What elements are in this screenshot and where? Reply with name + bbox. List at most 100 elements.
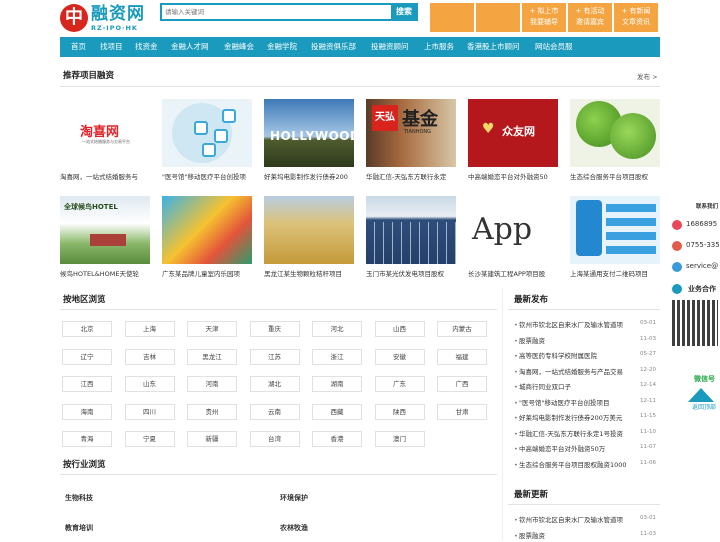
region-item[interactable]: 内蒙古 [437, 321, 487, 337]
nav-item-home[interactable]: 首页 [71, 37, 86, 57]
news-item[interactable]: • 高等医药专科学校附属医院 05-27 [514, 350, 656, 362]
industry-item[interactable]: 教育培训 [65, 523, 93, 533]
region-item[interactable]: 天津 [187, 321, 237, 337]
region-item[interactable]: 黑龙江 [187, 348, 237, 365]
header-button-2[interactable] [476, 3, 520, 32]
project-card[interactable]: 生态综合服务平台项目股权 [570, 99, 660, 181]
project-card[interactable]: 天弘 基金 TIANHONG 华融汇信-天弘东方联行永定 [366, 99, 456, 181]
region-item[interactable]: 福建 [437, 348, 487, 365]
region-item[interactable]: 云南 [249, 403, 300, 420]
project-card[interactable]: HOLLYWOOD 好莱坞电影制作发行债券200 [264, 99, 354, 181]
industry-item[interactable]: 农林牧渔 [280, 523, 308, 533]
region-item[interactable]: 河南 [187, 376, 237, 392]
region-item[interactable]: 辽宁 [62, 348, 112, 365]
region-item[interactable]: 安徽 [374, 348, 425, 365]
news-item[interactable]: • "医号馆"移动医疗平台创投项目 12-11 [514, 397, 656, 409]
contact-tel[interactable]: 0755-335 [686, 241, 720, 249]
region-item[interactable]: 贵州 [187, 403, 237, 420]
region-item[interactable]: 江西 [62, 376, 112, 392]
nav-item-summit[interactable]: 金融峰会 [224, 37, 254, 57]
bullet-icon: • [514, 516, 518, 524]
project-card[interactable]: ♥ 众友网 中高端婚恋平台对外融资50 [468, 99, 558, 181]
news-item[interactable]: • 钦州市钦北区自来水厂及输水管道项 03-01 [514, 319, 656, 331]
nav-item-hk-ipo[interactable]: 香港股上市顾问 [467, 37, 520, 57]
region-item[interactable]: 北京 [62, 321, 112, 337]
region-item[interactable]: 陕西 [374, 403, 425, 420]
contact-email[interactable]: service@ [686, 262, 718, 270]
news-item[interactable]: • 淘喜网，一站式结婚服务与产品交易 12-20 [514, 366, 656, 378]
region-item[interactable]: 澳门 [374, 431, 425, 447]
news-date: 11-10 [640, 428, 656, 435]
project-card[interactable]: 淘喜网 一站式结婚服务与交易平台 淘喜网，一站式结婚服务与 [60, 99, 150, 181]
region-item[interactable]: 台湾 [249, 431, 300, 447]
project-card[interactable]: App 长沙某建筑工程APP项目股 [468, 196, 558, 278]
bullet-icon: • [514, 383, 518, 391]
latest-title: 最新发布 [514, 295, 549, 305]
region-item[interactable]: 吉林 [124, 348, 175, 365]
project-card[interactable]: "医号馆"移动医疗平台创投项 [162, 99, 252, 181]
search-input[interactable] [162, 5, 394, 19]
news-item[interactable]: • 好莱坞电影制作发行债券200万美元 11-15 [514, 412, 656, 424]
region-item[interactable]: 青海 [62, 431, 112, 447]
news-item[interactable]: • 华融汇信-天弘东方联行永定1号投资 11-10 [514, 428, 656, 440]
nav-item-membership[interactable]: 网站会员服 [535, 37, 573, 57]
project-thumbnail [570, 99, 660, 167]
region-item[interactable]: 山东 [124, 376, 175, 392]
back-to-top-icon[interactable] [688, 388, 714, 402]
industry-item[interactable]: 生物科技 [65, 493, 93, 503]
region-item[interactable]: 香港 [312, 431, 362, 447]
project-card[interactable]: 广东某品牌儿童室内乐园项 [162, 196, 252, 278]
publish-link[interactable]: 发布 > [637, 71, 658, 81]
region-item[interactable]: 广西 [437, 376, 487, 392]
invite-guest-button[interactable]: + 有活动 邀请嘉宾 [568, 3, 612, 32]
project-card[interactable]: 上海某通用支付二维码项目 [570, 196, 660, 278]
news-button[interactable]: + 有新闻 文章资讯 [614, 3, 658, 32]
region-item[interactable]: 西藏 [312, 403, 362, 420]
region-item[interactable]: 江苏 [249, 348, 300, 365]
region-item[interactable]: 新疆 [187, 431, 237, 447]
contact-float-panel: 联系我们 1686895 0755-335 service@ 业务合作 微信号 … [670, 198, 720, 416]
nav-item-talent[interactable]: 金融人才网 [171, 37, 209, 57]
contact-phone[interactable]: 1686895 [686, 220, 717, 228]
site-logo[interactable]: 中 融资网 RZ-IPO·HK [60, 4, 150, 34]
region-item[interactable]: 海南 [62, 403, 112, 420]
nav-item-academy[interactable]: 金融学院 [267, 37, 297, 57]
region-item[interactable]: 山西 [374, 321, 425, 337]
bullet-icon: • [514, 352, 518, 360]
region-item[interactable]: 宁夏 [124, 431, 175, 447]
nav-item-ipo[interactable]: 上市服务 [424, 37, 454, 57]
region-item[interactable]: 浙江 [312, 348, 362, 365]
project-card[interactable]: 玉门市某光伏发电项目股权 [366, 196, 456, 278]
region-item[interactable]: 重庆 [249, 321, 300, 337]
news-item[interactable]: • 城商行同业双口子 12-14 [514, 381, 656, 393]
region-item[interactable]: 湖南 [312, 376, 362, 392]
search-button[interactable]: 搜索 [391, 3, 417, 21]
news-item[interactable]: • 生态综合服务平台项目股权融资1000 11-06 [514, 459, 656, 471]
thumb-logo-text: 基金 [402, 109, 438, 130]
news-item[interactable]: • 中高端婚恋平台对外融资50万 11-07 [514, 443, 656, 455]
contact-title: 联系我们 [696, 204, 719, 210]
nav-item-club[interactable]: 投融资俱乐部 [311, 37, 356, 57]
btn-line: + 拟上市 [529, 7, 559, 15]
ipo-coaching-button[interactable]: + 拟上市 我要辅导 [522, 3, 566, 32]
region-item[interactable]: 甘肃 [437, 403, 487, 420]
region-item[interactable]: 四川 [124, 403, 175, 420]
region-item[interactable]: 上海 [124, 321, 175, 337]
news-item[interactable]: • 股票融资 11-03 [514, 335, 656, 347]
nav-item-projects[interactable]: 找项目 [100, 37, 123, 57]
region-item[interactable]: 河北 [312, 321, 362, 337]
region-item[interactable]: 广东 [374, 376, 425, 392]
industry-item[interactable]: 环境保护 [280, 493, 308, 503]
thumb-logo-text: App [472, 212, 533, 247]
project-name: 中高端婚恋平台对外融资50 [468, 173, 548, 181]
back-to-top-link[interactable]: 返回顶部 [692, 402, 716, 411]
bullet-icon: • [514, 460, 518, 469]
news-item[interactable]: • 钦州市钦北区自来水厂及输水管道项 03-01 [514, 514, 656, 526]
nav-item-advisor[interactable]: 投融资顾问 [371, 37, 409, 57]
bullet-icon: • [514, 367, 518, 376]
project-card[interactable]: 全球候鸟HOTEL 候鸟HOTEL&HOME天使轮 [60, 196, 150, 278]
header-button-1[interactable] [430, 3, 474, 32]
nav-item-funds[interactable]: 找资金 [135, 37, 158, 57]
project-card[interactable]: 黑龙江某生物颗粒秸秆项目 [264, 196, 354, 278]
region-item[interactable]: 湖北 [249, 376, 300, 392]
